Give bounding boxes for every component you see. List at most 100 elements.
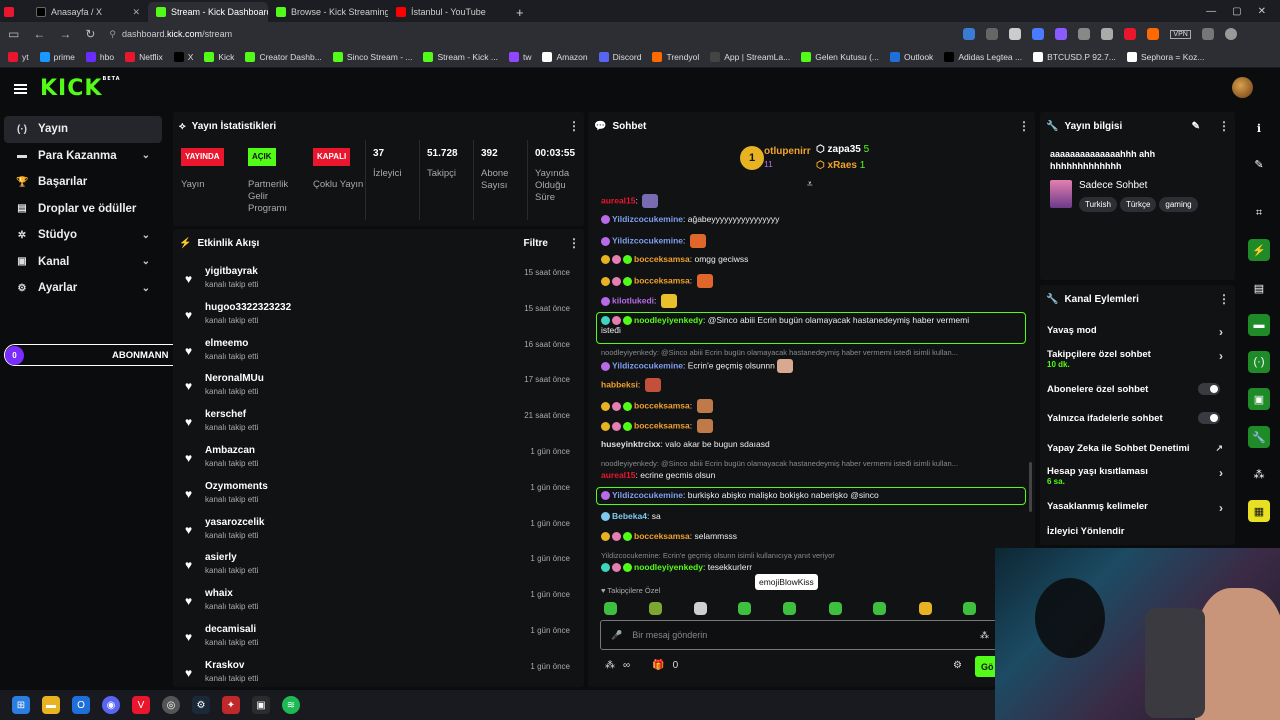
- emote-button[interactable]: [873, 602, 886, 615]
- back-icon[interactable]: ←: [33, 27, 45, 41]
- bookmark-item[interactable]: hbo: [85, 51, 114, 62]
- chevron-down-icon[interactable]: ⌄: [142, 230, 150, 241]
- chevron-down-icon[interactable]: ⌄: [142, 150, 150, 161]
- chevron-right-icon[interactable]: ›: [1219, 325, 1223, 339]
- gift-icon[interactable]: 🎁: [652, 660, 664, 671]
- outlook-icon[interactable]: O: [72, 696, 90, 714]
- sidebar-item-3[interactable]: ▤ Droplar ve ödüller: [4, 196, 162, 223]
- follower-name[interactable]: yigitbayrak: [205, 266, 258, 277]
- reload-icon[interactable]: ↻: [85, 27, 95, 41]
- chevron-right-icon[interactable]: ›: [1219, 349, 1223, 363]
- chat-username[interactable]: aureal15: [601, 470, 636, 480]
- chat-username[interactable]: bocceksamsa: [634, 254, 690, 264]
- channel-action-row[interactable]: Abonelere özel sohbet: [1047, 383, 1227, 395]
- follower-name[interactable]: Ozymoments: [205, 481, 268, 492]
- more-options-icon[interactable]: ⋮: [568, 236, 580, 250]
- emote-button[interactable]: [783, 602, 796, 615]
- chat-username[interactable]: bocceksamsa: [634, 400, 690, 410]
- follower-name[interactable]: NeronalMUu: [205, 373, 264, 384]
- tag[interactable]: Turkish: [1079, 197, 1117, 212]
- category-name[interactable]: Sadece Sohbet: [1079, 180, 1147, 191]
- toggle-switch[interactable]: [1198, 383, 1220, 395]
- channel-action-row[interactable]: Yasaklanmış kelimeler ›: [1047, 501, 1227, 515]
- tab-2[interactable]: Browse - Kick Streaming: [268, 2, 388, 22]
- gift-icon[interactable]: ▦: [1248, 500, 1270, 522]
- second-gifter-name[interactable]: ⬡ zapa35 5: [816, 144, 869, 155]
- bookmark-item[interactable]: prime: [39, 51, 75, 62]
- spotify-icon[interactable]: ≋: [282, 696, 300, 714]
- emote-button[interactable]: [649, 602, 662, 615]
- extension-icon[interactable]: [1055, 28, 1068, 40]
- browser-menu-button[interactable]: [0, 2, 28, 22]
- bookmark-item[interactable]: Kick: [204, 51, 234, 62]
- bookmark-item[interactable]: Trendyol: [652, 51, 699, 62]
- chat-username[interactable]: noodleyiyenkedy: [634, 315, 703, 325]
- info-icon[interactable]: ℹ: [1248, 117, 1270, 139]
- emote-button[interactable]: [829, 602, 842, 615]
- kick-logo[interactable]: KICKBETA: [40, 76, 121, 101]
- more-options-icon[interactable]: ⋮: [1218, 119, 1230, 133]
- emote-button[interactable]: [919, 602, 932, 615]
- chat-username[interactable]: Yildizcocukemine: [612, 490, 683, 500]
- lightning-icon[interactable]: ⚡: [1248, 239, 1270, 261]
- extension-icon[interactable]: [1147, 28, 1160, 40]
- microphone-icon[interactable]: 🎤: [611, 630, 622, 641]
- bookmark-item[interactable]: Amazon: [542, 51, 588, 62]
- bookmark-item[interactable]: tw: [508, 51, 531, 62]
- chat-input[interactable]: 🎤 Bir mesaj gönderin ⁂: [600, 620, 1000, 650]
- tag[interactable]: gaming: [1159, 197, 1198, 212]
- extension-icon[interactable]: [1032, 28, 1045, 40]
- bookmark-item[interactable]: yt: [8, 51, 29, 62]
- follower-name[interactable]: asierly: [205, 552, 237, 563]
- chat-username[interactable]: huseyinktrcixx: [601, 439, 661, 449]
- channel-action-row[interactable]: Takipçilere özel sohbet 10 dk. ›: [1047, 349, 1227, 369]
- more-options-icon[interactable]: ⋮: [568, 119, 580, 133]
- chat-username[interactable]: bocceksamsa: [634, 275, 690, 285]
- channel-action-row[interactable]: Yalnızca ifadelerle sohbet: [1047, 412, 1227, 424]
- sidebar-item-4[interactable]: ✲ Stüdyo ⌄: [4, 222, 162, 249]
- follower-name[interactable]: Ambazcan: [205, 445, 255, 456]
- edit-icon[interactable]: ✎: [1248, 153, 1270, 175]
- bookmark-item[interactable]: X: [173, 51, 193, 62]
- file-explorer-icon[interactable]: ▬: [42, 696, 60, 714]
- more-options-icon[interactable]: ⋮: [1218, 292, 1230, 306]
- discord-icon[interactable]: ◉: [102, 696, 120, 714]
- follower-name[interactable]: decamisali: [205, 624, 256, 635]
- channel-action-row[interactable]: Yavaş mod ›: [1047, 325, 1227, 339]
- site-info-icon[interactable]: ⚲: [109, 29, 116, 40]
- windows-start-icon[interactable]: ⊞: [12, 696, 30, 714]
- forward-icon[interactable]: →: [59, 27, 71, 41]
- vpn-button[interactable]: VPN: [1170, 29, 1191, 39]
- extension-icon[interactable]: [1078, 28, 1091, 40]
- bookmark-item[interactable]: Creator Dashb...: [245, 51, 322, 62]
- channel-action-row[interactable]: İzleyici Yönlendir: [1047, 526, 1227, 537]
- extension-icon[interactable]: [1009, 28, 1022, 40]
- chevron-down-icon[interactable]: ⌄: [142, 256, 150, 267]
- sidebar-toggle-icon[interactable]: ▭: [8, 27, 19, 41]
- new-tab-button[interactable]: +: [508, 2, 532, 22]
- close-tab-icon[interactable]: ✕: [132, 7, 140, 18]
- top-gifter-name[interactable]: otlupenirr: [764, 146, 811, 157]
- chat-icon[interactable]: ▬: [1248, 314, 1270, 336]
- avatar[interactable]: [1232, 77, 1253, 98]
- chat-username[interactable]: kilotlukedi: [612, 295, 654, 305]
- emote-button[interactable]: [694, 602, 707, 615]
- bookmark-item[interactable]: Sephora = Koz...: [1126, 51, 1205, 62]
- chat-settings-icon[interactable]: ⚙: [953, 660, 962, 671]
- tag[interactable]: Türkçe: [1119, 197, 1157, 212]
- chat-username[interactable]: bocceksamsa: [634, 531, 690, 541]
- chat-username[interactable]: bocceksamsa: [634, 420, 690, 430]
- chat-username[interactable]: noodleyiyenkedy: [634, 562, 703, 572]
- sidebar-item-1[interactable]: ▬ Para Kazanma ⌄: [4, 143, 162, 170]
- extension-icon[interactable]: [1201, 28, 1214, 40]
- emote-button[interactable]: [963, 602, 976, 615]
- users-icon[interactable]: ⁂: [1248, 463, 1270, 485]
- app-icon[interactable]: ▣: [252, 696, 270, 714]
- translate-icon[interactable]: ⁂: [980, 630, 989, 641]
- extension-icon[interactable]: [1101, 28, 1114, 40]
- bookmark-item[interactable]: Netflix: [125, 51, 163, 62]
- external-link-icon[interactable]: ↗: [1215, 443, 1223, 454]
- sidebar-item-0[interactable]: (·) Yayın: [4, 116, 162, 143]
- url-input[interactable]: ⚲ dashboard.kick.com/stream: [109, 25, 929, 43]
- chat-username[interactable]: Bebeka4: [612, 511, 647, 521]
